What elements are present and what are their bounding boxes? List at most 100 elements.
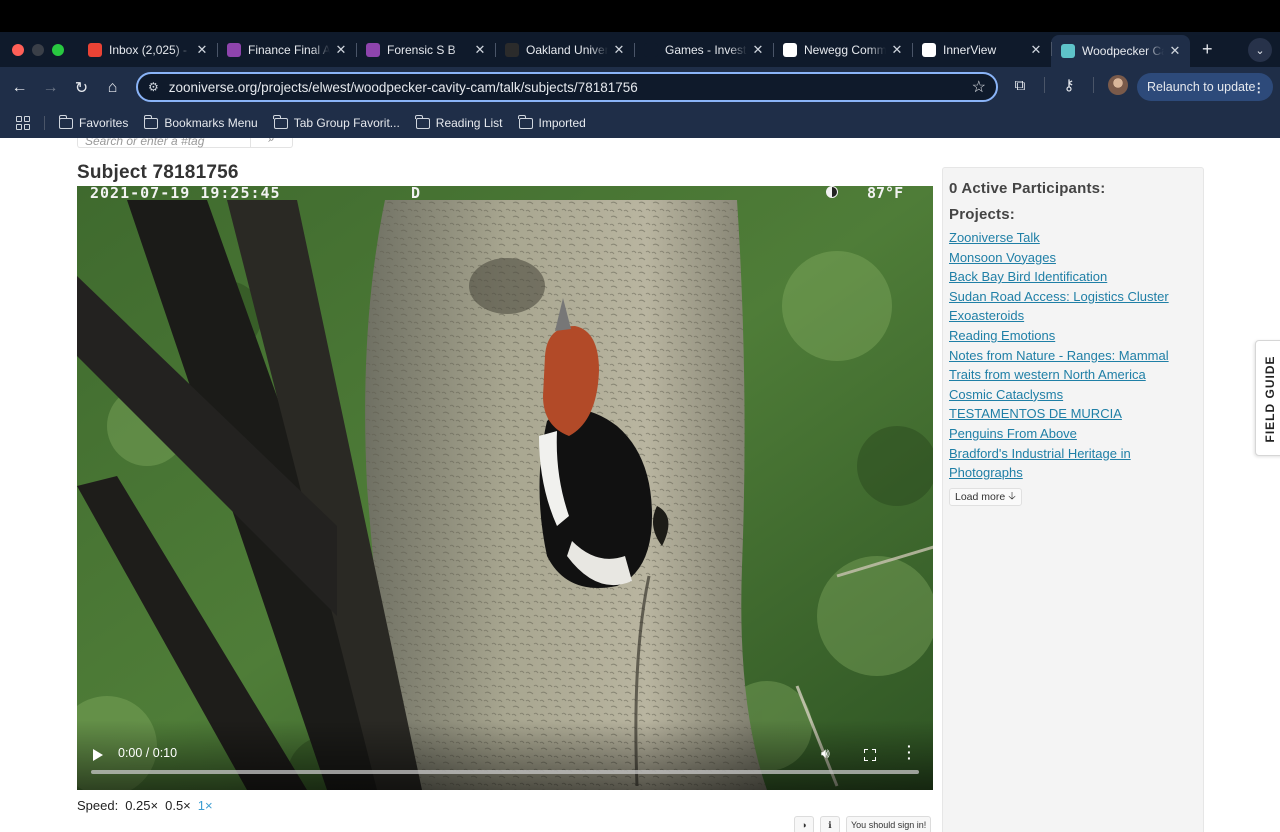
browser-tab[interactable]: Oakland Univer ✕: [495, 36, 634, 64]
browser-tab[interactable]: Games - Investi ✕: [634, 36, 773, 64]
list-item: Sudan Road Access: Logistics Cluster: [949, 287, 1197, 307]
field-guide-tab[interactable]: FIELD GUIDE: [1255, 340, 1280, 456]
project-link[interactable]: Zooniverse Talk: [949, 228, 1197, 248]
load-more-button[interactable]: Load more 🡣: [949, 487, 1022, 506]
apps-grid-icon[interactable]: [16, 116, 30, 130]
arrow-right-icon: →: [42, 78, 59, 96]
project-link[interactable]: Monsoon Voyages: [949, 248, 1197, 268]
subject-actions: ◑ ℹ You should sign in!: [794, 816, 932, 832]
talk-search-form: Search or enter a #tag ⌕: [77, 138, 293, 148]
metadata-info-button[interactable]: ℹ: [820, 816, 840, 832]
close-tab-icon[interactable]: ✕: [890, 42, 904, 58]
list-item: Zooniverse Talk: [949, 228, 1197, 248]
bookmark-label: Reading List: [435, 116, 503, 130]
subject-video-player[interactable]: 2021-07-19 19:25:45 D 87°F 0:00 / 0:10 🔊…: [77, 186, 933, 790]
bookmark-label: Imported: [538, 116, 586, 130]
sign-in-prompt-button[interactable]: You should sign in!: [846, 816, 932, 832]
bookmark-favorites[interactable]: Favorites: [58, 114, 128, 130]
forward-button[interactable]: →: [35, 79, 66, 97]
kebab-menu-icon[interactable]: ⋮: [1253, 80, 1266, 95]
browser-tab[interactable]: Finance Final A ✕: [217, 36, 356, 64]
project-link[interactable]: Traits from western North America: [949, 365, 1197, 385]
bookmark-star-icon[interactable]: ☆: [972, 77, 986, 97]
info-icon: ℹ: [828, 819, 832, 830]
url-text[interactable]: zooniverse.org/projects/elwest/woodpecke…: [169, 80, 972, 95]
projects-heading: Projects:: [949, 206, 1015, 223]
browser-tab[interactable]: Forensic S B ✕: [356, 36, 495, 64]
close-tab-icon[interactable]: ✕: [1168, 43, 1182, 59]
bookmark-imported[interactable]: Imported: [518, 114, 586, 130]
minimize-window-button[interactable]: [32, 43, 44, 56]
tab-title: Oakland Univer: [526, 42, 608, 57]
project-link[interactable]: Bradford's Industrial Heritage in: [949, 444, 1197, 464]
close-tab-icon[interactable]: ✕: [612, 42, 626, 58]
close-tab-icon[interactable]: ✕: [1029, 42, 1043, 58]
browser-tab[interactable]: Newegg Comm ✕: [773, 36, 912, 64]
video-frame: [77, 186, 933, 790]
close-tab-icon[interactable]: ✕: [334, 42, 348, 58]
page-title: Subject 78181756: [77, 162, 239, 183]
close-tab-icon[interactable]: ✕: [751, 42, 765, 58]
close-tab-icon[interactable]: ✕: [195, 42, 209, 58]
search-icon[interactable]: ⌕: [250, 138, 292, 147]
tab-title: Newegg Comm: [804, 42, 886, 57]
reload-button[interactable]: ↻: [66, 78, 97, 98]
innerview-icon: [922, 42, 936, 57]
speed-option-025[interactable]: 0.25×: [125, 798, 158, 813]
project-link[interactable]: Cosmic Cataclysms: [949, 385, 1197, 405]
reload-icon: ↻: [74, 79, 89, 97]
list-item: Exoasteroids: [949, 306, 1197, 326]
page-content: Search or enter a #tag ⌕ Subject 7818175…: [0, 138, 1280, 832]
tab-bar: Inbox (2,025) - ✕ Finance Final A ✕ Forensic…: [0, 32, 1280, 67]
browser-tab[interactable]: InnerView ✕: [912, 36, 1051, 64]
invert-contrast-button[interactable]: ◑: [794, 816, 814, 832]
talk-search-input[interactable]: Search or enter a #tag: [78, 138, 250, 147]
profile-avatar[interactable]: [1108, 75, 1128, 95]
gmail-icon: [88, 42, 102, 57]
project-link[interactable]: Photographs: [949, 463, 1197, 483]
bookmark-bookmarks-menu[interactable]: Bookmarks Menu: [143, 114, 258, 130]
canvas-icon: [227, 42, 241, 57]
site-info-icon[interactable]: ⚙: [148, 80, 159, 94]
speed-option-1[interactable]: 1×: [198, 798, 213, 813]
browser-tab[interactable]: Woodpecker Ca ✕: [1051, 35, 1190, 67]
close-tab-icon[interactable]: ✕: [473, 42, 487, 58]
contrast-icon: ◑: [801, 820, 807, 830]
list-item: Notes from Nature - Ranges: Mammal: [949, 346, 1197, 366]
address-bar[interactable]: ⚙ zooniverse.org/projects/elwest/woodpec…: [136, 72, 998, 102]
password-key-icon[interactable]: ⚷: [1059, 76, 1079, 94]
fullscreen-icon[interactable]: [864, 749, 876, 761]
project-link[interactable]: Notes from Nature - Ranges: Mammal: [949, 346, 1197, 366]
oakland-icon: [505, 42, 519, 57]
tab-title: InnerView: [943, 42, 997, 57]
browser-tab[interactable]: Inbox (2,025) - ✕: [78, 36, 217, 64]
bookmarks-bar: Favorites Bookmarks Menu Tab Group Favor…: [0, 108, 1280, 138]
extensions-puzzle-icon[interactable]: ⧉: [1010, 77, 1030, 94]
zoom-window-button[interactable]: [52, 43, 64, 56]
back-button[interactable]: ←: [4, 79, 35, 97]
new-tab-button[interactable]: +: [1202, 39, 1213, 60]
project-link[interactable]: Exoasteroids: [949, 306, 1197, 326]
list-item: Photographs: [949, 463, 1197, 483]
folder-icon: [58, 114, 73, 129]
relaunch-to-update-button[interactable]: Relaunch to update ⋮: [1137, 73, 1273, 101]
play-icon[interactable]: [93, 749, 103, 761]
volume-icon[interactable]: 🔊︎: [821, 745, 830, 762]
project-link[interactable]: Back Bay Bird Identification: [949, 267, 1197, 287]
video-progress-bar[interactable]: [91, 770, 919, 774]
home-button[interactable]: ⌂: [97, 79, 128, 97]
camera-overlay: 2021-07-19 19:25:45 D 87°F: [77, 186, 933, 202]
tab-search-button[interactable]: ⌄: [1248, 38, 1272, 62]
bookmark-tab-group-favorites[interactable]: Tab Group Favorit...: [273, 114, 400, 130]
project-link[interactable]: Reading Emotions: [949, 326, 1197, 346]
project-link[interactable]: TESTAMENTOS DE MURCIA: [949, 404, 1197, 424]
project-link[interactable]: Sudan Road Access: Logistics Cluster: [949, 287, 1197, 307]
screen-top-bar: [0, 0, 1280, 32]
camera-temperature: 87°F: [867, 186, 904, 202]
bookmark-reading-list[interactable]: Reading List: [415, 114, 503, 130]
project-link[interactable]: Penguins From Above: [949, 424, 1197, 444]
close-window-button[interactable]: [12, 43, 24, 56]
speed-option-05[interactable]: 0.5×: [165, 798, 191, 813]
chevron-down-icon: ⌄: [1255, 44, 1265, 57]
video-more-options-icon[interactable]: · · ·: [907, 739, 912, 765]
